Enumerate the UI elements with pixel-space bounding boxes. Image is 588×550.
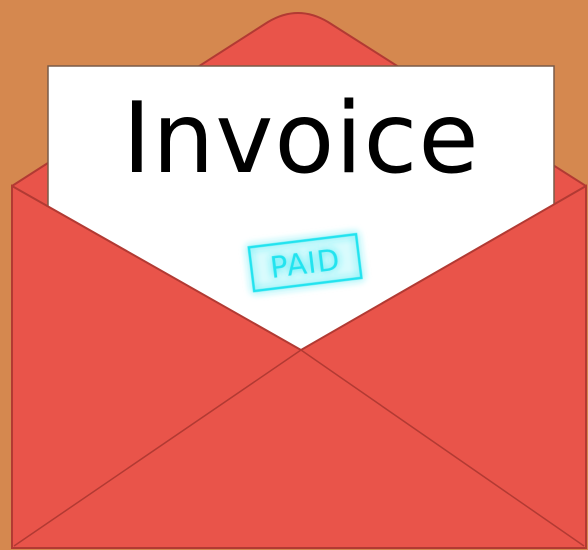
invoice-envelope-illustration: Invoice PAID xyxy=(0,0,588,550)
invoice-title: Invoice xyxy=(122,82,479,196)
open-envelope-icon: Invoice PAID xyxy=(11,12,587,549)
